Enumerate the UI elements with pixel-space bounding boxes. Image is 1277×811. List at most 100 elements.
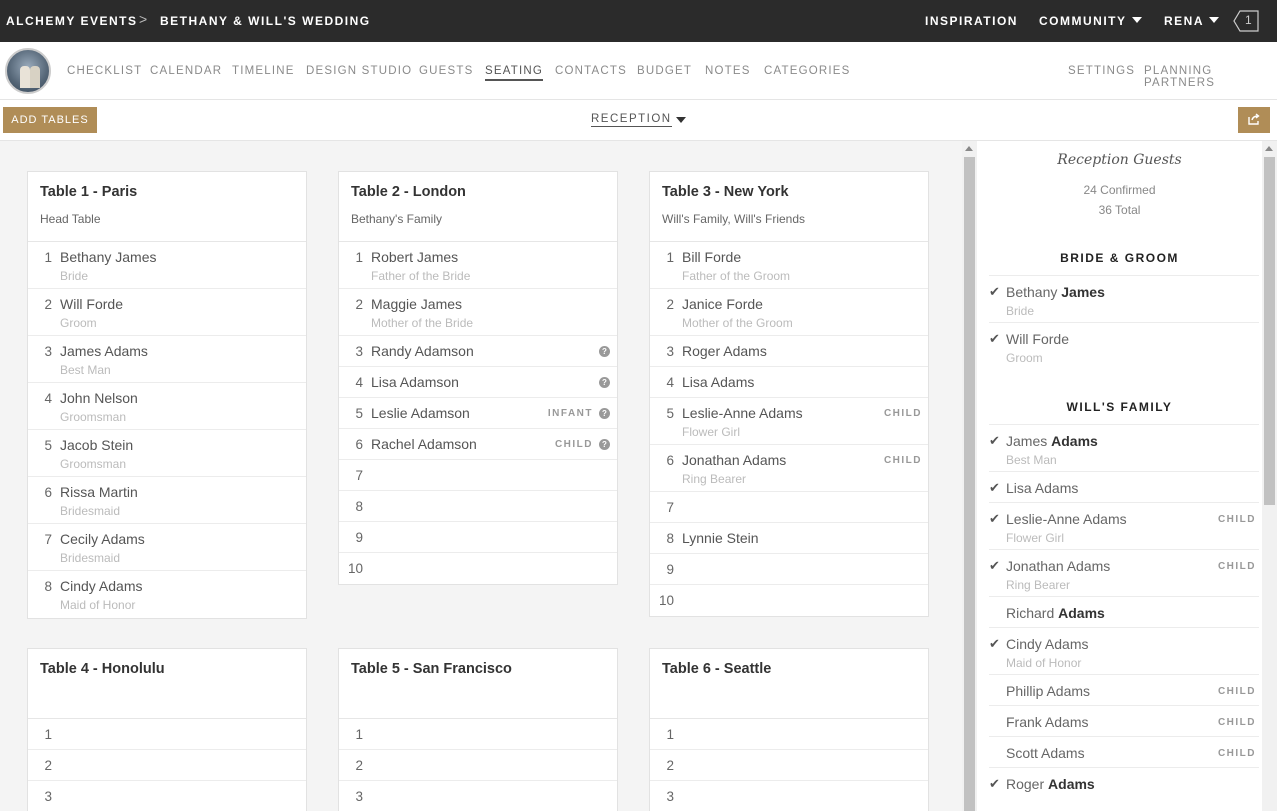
export-button[interactable] (1238, 107, 1270, 133)
seat-row[interactable]: 10 (339, 553, 617, 584)
tab-calendar[interactable]: CALENDAR (150, 65, 222, 77)
seat-row[interactable]: 9 (339, 522, 617, 553)
seat-guest-name[interactable]: Leslie-Anne Adams (682, 405, 803, 421)
seat-row[interactable]: 5 Leslie Adamson INFANT? (339, 398, 617, 429)
seat-row[interactable]: 5 Jacob Stein Groomsman (28, 430, 306, 477)
chevron-down-icon[interactable] (676, 117, 686, 123)
guest-list-item[interactable]: ✔ Roger Adams (989, 767, 1259, 798)
tab-categories[interactable]: CATEGORIES (764, 65, 851, 77)
guest-list-item[interactable]: ✔ Lisa Adams (989, 471, 1259, 502)
seat-row[interactable]: 9 (650, 554, 928, 585)
main-scrollbar[interactable] (962, 141, 977, 811)
seat-row[interactable]: 1 (339, 719, 617, 750)
seat-row[interactable]: 8 Lynnie Stein (650, 523, 928, 554)
seat-row[interactable]: 1 Bill Forde Father of the Groom (650, 242, 928, 289)
guest-list-item[interactable]: ✔ Bethany James Bride (989, 275, 1259, 322)
seat-row[interactable]: 7 (339, 460, 617, 491)
seat-guest-name[interactable]: Randy Adamson (371, 343, 474, 359)
seat-guest-name[interactable]: Robert James (371, 249, 458, 265)
tab-timeline[interactable]: TIMELINE (232, 65, 295, 77)
seat-row[interactable]: 3 (339, 781, 617, 811)
seat-guest-name[interactable]: Bill Forde (682, 249, 741, 265)
seat-row[interactable]: 6 Rachel Adamson CHILD? (339, 429, 617, 460)
tab-budget[interactable]: BUDGET (637, 65, 692, 77)
table-card[interactable]: Table 5 - San Francisco 1 2 3 (338, 648, 618, 811)
seat-guest-name[interactable]: Jonathan Adams (682, 452, 786, 468)
seat-row[interactable]: 7 Cecily Adams Bridesmaid (28, 524, 306, 571)
seat-row[interactable]: 2 (339, 750, 617, 781)
guest-list-item[interactable]: ✔ Leslie-Anne Adams Flower Girl CHILD (989, 502, 1259, 549)
guest-list-item[interactable]: Phillip Adams CHILD (989, 674, 1259, 705)
seat-guest-name[interactable]: Will Forde (60, 296, 123, 312)
table-name[interactable]: Table 5 - San Francisco (351, 661, 605, 677)
guest-list-item[interactable]: ✔ James Adams Best Man (989, 424, 1259, 471)
guest-list-item[interactable]: Scott Adams CHILD (989, 736, 1259, 767)
seat-row[interactable]: 2 Maggie James Mother of the Bride (339, 289, 617, 336)
nav-inspiration[interactable]: INSPIRATION (925, 14, 1018, 28)
seat-row[interactable]: 6 Rissa Martin Bridesmaid (28, 477, 306, 524)
seat-row[interactable]: 1 (650, 719, 928, 750)
seat-row[interactable]: 8 Cindy Adams Maid of Honor (28, 571, 306, 618)
seat-guest-name[interactable]: Jacob Stein (60, 437, 133, 453)
seat-guest-name[interactable]: James Adams (60, 343, 148, 359)
seat-guest-name[interactable]: Leslie Adamson (371, 405, 470, 421)
seat-guest-name[interactable]: Janice Forde (682, 296, 763, 312)
seat-row[interactable]: 5 Leslie-Anne Adams Flower Girl CHILD (650, 398, 928, 445)
table-name[interactable]: Table 3 - New York (662, 184, 916, 200)
tab-checklist[interactable]: CHECKLIST (67, 65, 142, 77)
seat-guest-name[interactable]: Cindy Adams (60, 578, 142, 594)
tab-contacts[interactable]: CONTACTS (555, 65, 627, 77)
event-name-link[interactable]: BETHANY & WILL'S WEDDING (160, 14, 371, 28)
guest-list-item[interactable]: ✔ Cindy Adams Maid of Honor (989, 627, 1259, 674)
seat-row[interactable]: 6 Jonathan Adams Ring Bearer CHILD (650, 445, 928, 492)
seat-row[interactable]: 1 Robert James Father of the Bride (339, 242, 617, 289)
seat-guest-name[interactable]: Bethany James (60, 249, 157, 265)
sidebar-scrollbar[interactable] (1262, 141, 1277, 811)
seat-row[interactable]: 2 Janice Forde Mother of the Groom (650, 289, 928, 336)
seat-row[interactable]: 1 Bethany James Bride (28, 242, 306, 289)
seat-guest-name[interactable]: Rachel Adamson (371, 436, 477, 452)
tab-planning-partners[interactable]: PLANNING PARTNERS (1144, 65, 1277, 89)
guest-list-item[interactable]: Richard Adams (989, 596, 1259, 627)
nav-community[interactable]: COMMUNITY (1039, 14, 1142, 28)
seat-row[interactable]: 3 (28, 781, 306, 811)
seat-guest-name[interactable]: Cecily Adams (60, 531, 145, 547)
seat-row[interactable]: 3 (650, 781, 928, 811)
seat-row[interactable]: 3 Randy Adamson? (339, 336, 617, 367)
nav-user-menu[interactable]: RENA (1164, 14, 1220, 28)
scroll-up-icon[interactable] (965, 146, 973, 151)
tab-notes[interactable]: NOTES (705, 65, 751, 77)
table-card[interactable]: Table 3 - New York Will's Family, Will's … (649, 171, 929, 617)
table-name[interactable]: Table 1 - Paris (40, 184, 294, 200)
table-name[interactable]: Table 2 - London (351, 184, 605, 200)
seat-row[interactable]: 2 (28, 750, 306, 781)
seat-guest-name[interactable]: Lynnie Stein (682, 530, 759, 546)
table-card[interactable]: Table 2 - London Bethany's Family 1 Robert … (338, 171, 618, 585)
seat-row[interactable]: 4 Lisa Adams (650, 367, 928, 398)
guest-list-item[interactable]: ✔ Jonathan Adams Ring Bearer CHILD (989, 549, 1259, 596)
question-icon[interactable]: ? (599, 377, 610, 388)
event-select[interactable]: RECEPTION (591, 113, 672, 127)
tab-guests[interactable]: GUESTS (419, 65, 474, 77)
guest-list-item[interactable]: ✔ Will Forde Groom (989, 322, 1259, 369)
seat-row[interactable]: 2 Will Forde Groom (28, 289, 306, 336)
seat-row[interactable]: 10 (650, 585, 928, 616)
table-card[interactable]: Table 4 - Honolulu 1 2 3 (27, 648, 307, 811)
table-name[interactable]: Table 4 - Honolulu (40, 661, 294, 677)
seat-row[interactable]: 1 (28, 719, 306, 750)
seat-row[interactable]: 7 (650, 492, 928, 523)
tab-seating[interactable]: SEATING (485, 65, 544, 81)
seat-row[interactable]: 3 James Adams Best Man (28, 336, 306, 383)
scrollbar-thumb[interactable] (1264, 157, 1275, 505)
seat-guest-name[interactable]: Roger Adams (682, 343, 767, 359)
seat-guest-name[interactable]: Maggie James (371, 296, 462, 312)
scroll-up-icon[interactable] (1265, 146, 1273, 151)
seat-guest-name[interactable]: Lisa Adamson (371, 374, 459, 390)
tab-settings[interactable]: SETTINGS (1068, 65, 1135, 77)
add-tables-button[interactable]: ADD TABLES (3, 107, 97, 133)
seat-row[interactable]: 4 John Nelson Groomsman (28, 383, 306, 430)
seat-row[interactable]: 8 (339, 491, 617, 522)
seat-row[interactable]: 4 Lisa Adamson? (339, 367, 617, 398)
seat-row[interactable]: 3 Roger Adams (650, 336, 928, 367)
question-icon[interactable]: ? (599, 346, 610, 357)
